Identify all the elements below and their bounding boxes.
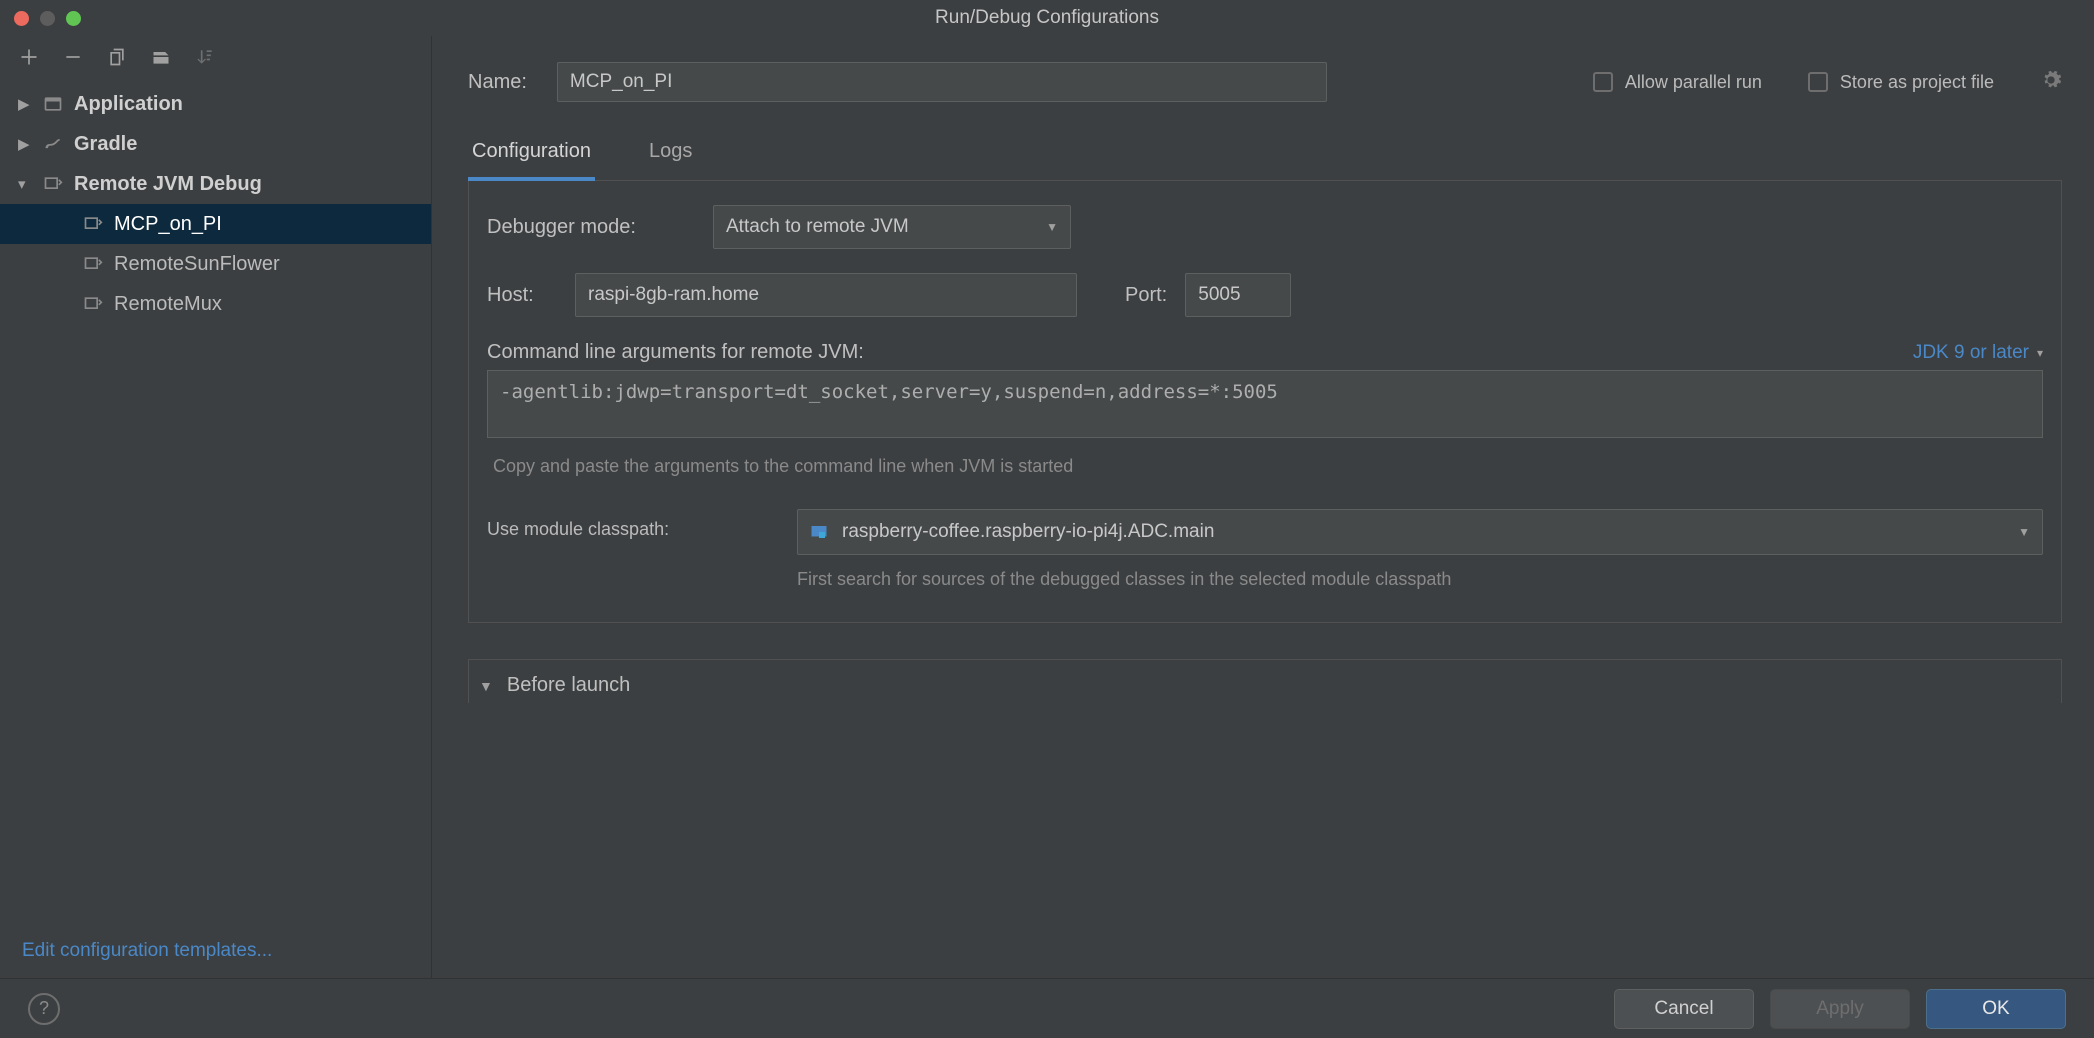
content-panel: Name: Allow parallel run Store as projec… [432,36,2094,978]
sort-config-icon[interactable] [194,46,216,68]
save-config-icon[interactable] [150,46,172,68]
allow-parallel-checkbox[interactable]: Allow parallel run [1593,72,1762,93]
host-input[interactable] [575,273,1077,317]
jdk-version-label: JDK 9 or later [1913,342,2029,364]
gradle-icon [42,133,64,155]
module-classpath-hint: First search for sources of the debugged… [797,567,1497,592]
allow-parallel-label: Allow parallel run [1625,72,1762,93]
configuration-panel: Debugger mode: Attach to remote JVM ▼ Ho… [468,181,2062,623]
sidebar-toolbar [0,36,431,78]
store-project-label: Store as project file [1840,72,1994,93]
store-as-project-checkbox[interactable]: Store as project file [1808,72,1994,93]
tree-item-mcp-on-pi[interactable]: MCP_on_PI [0,204,431,244]
remove-config-icon[interactable] [62,46,84,68]
cancel-button[interactable]: Cancel [1614,989,1754,1029]
edit-templates-link[interactable]: Edit configuration templates... [0,924,431,978]
tree-label: Remote JVM Debug [74,173,262,196]
footer: ? Cancel Apply OK [0,978,2094,1038]
sidebar: ▶ Application ▶ Gradle ▾ Remote JVM Debu… [0,36,432,978]
remote-debug-icon [82,253,104,275]
before-launch-section[interactable]: ▼ Before launch [468,659,2062,703]
port-label: Port: [1125,284,1167,307]
tree-item-remote-jvm[interactable]: ▾ Remote JVM Debug [0,164,431,204]
tree-label: MCP_on_PI [114,213,222,236]
tree-item-remote-mux[interactable]: RemoteMux [0,284,431,324]
minimize-window-button[interactable] [40,11,55,26]
remote-debug-icon [42,173,64,195]
tab-configuration[interactable]: Configuration [468,130,595,181]
chevron-down-icon: ▼ [479,678,493,694]
tree-item-gradle[interactable]: ▶ Gradle [0,124,431,164]
port-input[interactable] [1185,273,1291,317]
tab-logs[interactable]: Logs [645,130,696,180]
checkbox-icon [1808,72,1828,92]
name-input[interactable] [557,62,1327,102]
tree-label: RemoteMux [114,293,222,316]
cmd-args-field[interactable]: -agentlib:jdwp=transport=dt_socket,serve… [487,370,2043,438]
chevron-down-icon: ▼ [1046,220,1058,234]
cmd-args-label: Command line arguments for remote JVM: [487,341,864,364]
tabs: Configuration Logs [468,130,2062,181]
module-classpath-select[interactable]: raspberry-coffee.raspberry-io-pi4j.ADC.m… [797,509,2043,555]
debugger-mode-select[interactable]: Attach to remote JVM ▼ [713,205,1071,249]
before-launch-label: Before launch [507,674,630,697]
host-label: Host: [487,284,557,307]
gear-icon[interactable] [2040,69,2062,96]
window-controls [0,11,81,26]
maximize-window-button[interactable] [66,11,81,26]
tree-label: Application [74,93,183,116]
application-icon [42,93,64,115]
chevron-down-icon: ▾ [18,175,32,193]
chevron-right-icon: ▶ [18,95,32,113]
chevron-down-icon: ▾ [2037,346,2043,360]
cmd-args-hint: Copy and paste the arguments to the comm… [487,456,2043,477]
chevron-down-icon: ▼ [2018,525,2030,539]
tree-label: Gradle [74,133,137,156]
add-config-icon[interactable] [18,46,40,68]
remote-debug-icon [82,293,104,315]
checkbox-icon [1593,72,1613,92]
apply-button[interactable]: Apply [1770,989,1910,1029]
jdk-version-select[interactable]: JDK 9 or later ▾ [1913,342,2043,364]
config-tree: ▶ Application ▶ Gradle ▾ Remote JVM Debu… [0,78,431,924]
debugger-mode-label: Debugger mode: [487,216,695,239]
copy-config-icon[interactable] [106,46,128,68]
module-classpath-value: raspberry-coffee.raspberry-io-pi4j.ADC.m… [842,521,1214,543]
debugger-mode-value: Attach to remote JVM [726,216,909,238]
help-button[interactable]: ? [28,993,60,1025]
tree-label: RemoteSunFlower [114,253,280,276]
module-icon [810,521,832,543]
tree-item-remote-sunflower[interactable]: RemoteSunFlower [0,244,431,284]
name-label: Name: [468,71,527,94]
remote-debug-icon [82,213,104,235]
tree-item-application[interactable]: ▶ Application [0,84,431,124]
chevron-right-icon: ▶ [18,135,32,153]
window-title: Run/Debug Configurations [0,7,2094,29]
titlebar: Run/Debug Configurations [0,0,2094,36]
ok-button[interactable]: OK [1926,989,2066,1029]
close-window-button[interactable] [14,11,29,26]
module-classpath-label: Use module classpath: [487,509,767,540]
